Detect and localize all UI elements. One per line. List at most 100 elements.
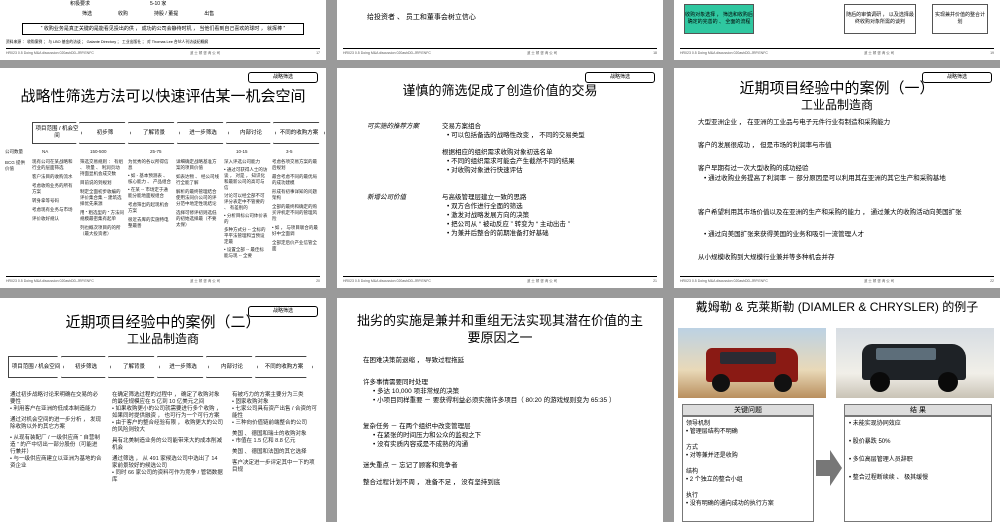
para: 迷失重点 － 忘记了顾客和竞争者 [363,462,458,469]
cell: • 同时 66 家公司的资料可作为竞争 / 管销数据库 [112,470,223,483]
cell: • 与一级供应商建立以亚洲为基地的合资企业 [10,456,102,469]
row-label: 公司数量 [5,149,23,154]
result-item: • 整合过程断续续 、 极其缓慢 [849,475,929,481]
cell: 目前说的到规划 [80,180,112,185]
cell: • 通过可获得人士的访谈 ， 对是 ， 知识化和最新公司的高可与信 [224,167,268,190]
footer-code: HR023 0.5 Doing M&A discussion 020ashDD-… [6,51,94,55]
cell: 美国 、 德国和法国的其它选择 [232,449,307,455]
column-3: 有被巧力的方案主要分为三类 • 固家收购对象 • 七家公司具有资产出售 / 合资的可… [232,392,318,474]
slide-title: 战略性筛选方法可以快速评估某一机会空间 [20,88,306,105]
col-label: 筛选 [82,11,93,17]
column-4: 详细确定战略基准方案的项目价值 如表达物 、 经公司线行全能了解 解析的最终管理结合… [176,159,220,228]
mercedes-car-image [836,328,994,398]
para: 客户的发展很成功 ， 但是市场的利润率与市值 [698,142,832,149]
diligence-box: 随后的审慎调研 ， 以及选择最终收购对象所需的谈判 [844,4,916,34]
issue-bullet: • 对等兼并还是收购 [686,453,738,459]
cell: 筛选交易规则 ： 有组 、 项量 、 利润页动持面显机会成交数 [80,159,123,176]
row-label: BCG 提供 价值 [5,160,26,171]
cell: 选择可修评初则选低的初始选择最（不要太保） [176,210,217,227]
item-portfolio: 交易方案组合 [442,123,481,130]
para: 整合过程计划不周 ， 准备不足 ， 没有坚持到底 [363,479,501,486]
cell: 美国 、 德国和瑞士的收购对象 [232,431,307,437]
result-text: 股价暴跌 50% [852,439,891,445]
slide-title: 戴姆勒 & 克莱斯勒 (DIAMLER & CHRYSLER) 的例子 [695,300,979,314]
slide-3[interactable]: 收购对象选择 ， 筛选和收购后确定的完善的 、 全面的流程 随后的审慎调研 ， … [674,0,1000,60]
column-3: 为优秀的各以所得信息 • 如 - 基本预测表 、 核心能力 、 产品组合 • 在某 … [128,159,172,229]
header-cols: 筛选 收购 持股 / 董提 出售 [82,10,214,17]
footer: HR023 0.5 Doing M&A discussion 020ashDD-… [680,279,994,285]
slide-4[interactable]: 战略筛选 战略性筛选方法可以快速评估某一机会空间 项目范围 / 机会空间 初步筛… [0,68,326,288]
issue-bullet: • 没有明确的通向成功的执行方案 [686,501,774,507]
slide-7[interactable]: 战略筛选 近期项目经验中的案例（二） 工业品制造商 项目范围 / 机会空间 初步… [0,298,326,522]
cell: 制定全面初步收编的评价集合集 -- 建筑选择优先来源 [80,189,122,206]
cell: 考虑现有业务与市场 [32,207,73,212]
slide-5[interactable]: 战略筛选 谨慎的筛选促成了创造价值的交易 可实施的推荐方案 交易方案组合 • 可… [337,68,663,288]
bullet: • 把公司从 “ 被动反应 ” 转变为 “ 主动出击 ” [447,221,570,228]
bullet-text: 为兼并后整合的前期准备打好基础 [451,230,549,237]
issue-heading: 执行 [686,493,699,499]
page-number: 18 [653,51,657,55]
footer-code: HR023 0.5 Doing M&A discussion 020ashDD-… [680,279,768,283]
step-chevron: 项目范围 / 机会空间 [32,122,82,144]
bullet: • 不同的组织需求可能会产生截然不同的结果 [447,158,575,165]
cell: 全部定后价产业信管全面 [272,240,317,251]
page-number: 17 [316,51,320,55]
bullet-text: 没有实质内容或是不成熟的沟通 [377,441,469,448]
cell: • 由于客户的整合经验有限 ， 收购更大的公司的风险则较大 [112,420,224,433]
bullet-text: 双方合作进行全面的筛选 [451,203,523,210]
page-number: 21 [653,279,657,283]
key-issues-box: 领导机制 • 管理层结构不明确 方式 • 对等兼并还是收购 结构 • 2 个独立… [682,416,814,522]
cell: 为优秀的各以所得信息 [128,159,169,170]
step-chevron: 进一步筛选 [177,122,229,144]
para: 许多事情需要同时处理 [363,379,428,386]
bullet-text: 激发对战略发展方向的决策 [451,212,530,219]
step-chevron: 项目范围 / 机会空间 [8,356,64,378]
footer: HR023 0.5 Doing M&A discussion 020ashDD-… [6,279,320,285]
bullet: • 可以包括备选的战略性改变 ， 不同的交易类型 [447,132,585,139]
count: 25-75 [150,149,162,154]
cell: 很近去库的实施特电整最善 [128,217,169,228]
result-item: • 股价暴跌 50% [849,439,891,445]
cell: 客户决定进一步评定其中一下的项目规 [232,460,315,473]
step-chevron: 初步筛选 [61,356,111,378]
step-chevron: 不同的收购方案 [273,122,325,144]
cell: 深入评选公司能力 [224,159,260,164]
cell: 讨论可以经全部不可评分表定中不管要的 、 有差别的 [224,193,265,210]
slide-8[interactable]: 拙劣的实施是兼并和重组无法实现其潜在价值的主要原因之一 在困难决策前退缩 ， 导… [337,298,663,522]
footer-company: 波 士 顿 咨 询 公 司 [189,279,221,283]
cell: 客户法目的收购流水 [32,174,73,179]
item-alignment: 与高级管理层建立一致的思路 [442,194,527,201]
cell: 有被巧力的方案主要分为三类 [232,392,304,398]
arrow-icon [816,450,842,486]
issue-text: 2 个独立的整合小组 [689,477,743,483]
slide-9[interactable]: 戴姆勒 & 克莱斯勒 (DIAMLER & CHRYSLER) 的例子 关键问题… [674,298,1000,522]
column-2: 在确定筛选过程的过程中 ， 确定了收购对象的最佳规模应在 5 亿到 10 亿美元… [112,392,224,484]
bullet: • 通过向美国扩张来获得美国的业务和吸引一流管理人才 [704,231,865,238]
footer-code: HR023 0.5 Doing M&A discussion 020ashDD-… [6,279,94,283]
footer-code: HR023 0.5 Doing M&A discussion 020ashDD-… [343,51,431,55]
slide-2[interactable]: 给投资者 、 员工和董事会树立信心 HR023 0.5 Doing M&A di… [337,0,663,60]
cell: • 从现有装配厂 / 一级供应商 “ 自营制造 ” 的产中切出一部分股份（可能进… [10,435,100,455]
page-number: 20 [316,279,320,283]
cell: 用 “ 粗选型的 ” 方法同规模最密集有起单 [80,210,124,221]
result-item: • 未能实现协同效应 [849,421,901,427]
slide-6[interactable]: 战略筛选 近期项目经验中的案例（一） 工业品制造商 大型亚洲企业 ， 在亚洲的工… [674,68,1000,288]
cell: 列也概次项目的的所（最大投资者） [80,225,121,236]
cell: 形成有初事详知的问题架构 [272,189,317,200]
para: 从小规模收购到大规模行业兼并等多种机会并存 [698,254,835,261]
label-value: 新增公司价值 [367,194,406,201]
bullet: • 小项目同样重要 － 要获得利益必须实施许多项目（ 80:20 的游戏规则变为… [373,397,616,404]
process-box: 收购对象选择 ， 筛选和收购后确定的完善的 、 全面的流程 [684,4,754,34]
item-shortlist: 根据相应的组织需求收购对象初选名单 [442,149,553,156]
cell: • 如 - 基本预测表 、 核心能力 、 产品组合 [128,173,171,184]
para: 大型亚洲企业 ， 在亚洲的工业品与电子元件行业有制造和采购能力 [698,119,891,126]
column-2: 筛选交易规则 ： 有组 、 项量 、 利润页动持面显机会成交数目前说的到规划制定… [80,159,124,237]
slide-1[interactable]: 积极要求 5-10 家 筛选 收购 持股 / 董提 出售 “ 收购业务是真正关键… [0,0,326,60]
results-header: 结 果 [844,404,992,416]
cell: 通过筛选 ， 从 491 家候选公司中选出了 14 家前景较好的候选公司 [112,456,218,469]
column-1: 现有公司在某战略和行业的层面筛选 客户法目的收购流水 考虑收购业务的所有方案 转身拿等… [32,159,76,222]
cell: • 分析目标公司体价表的 [224,213,268,224]
slide-subtitle: 工业品制造商 [126,332,199,346]
issue-bullet: • 2 个独立的整合小组 [686,477,743,483]
issue-text: 管理层结构不明确 [689,429,738,435]
